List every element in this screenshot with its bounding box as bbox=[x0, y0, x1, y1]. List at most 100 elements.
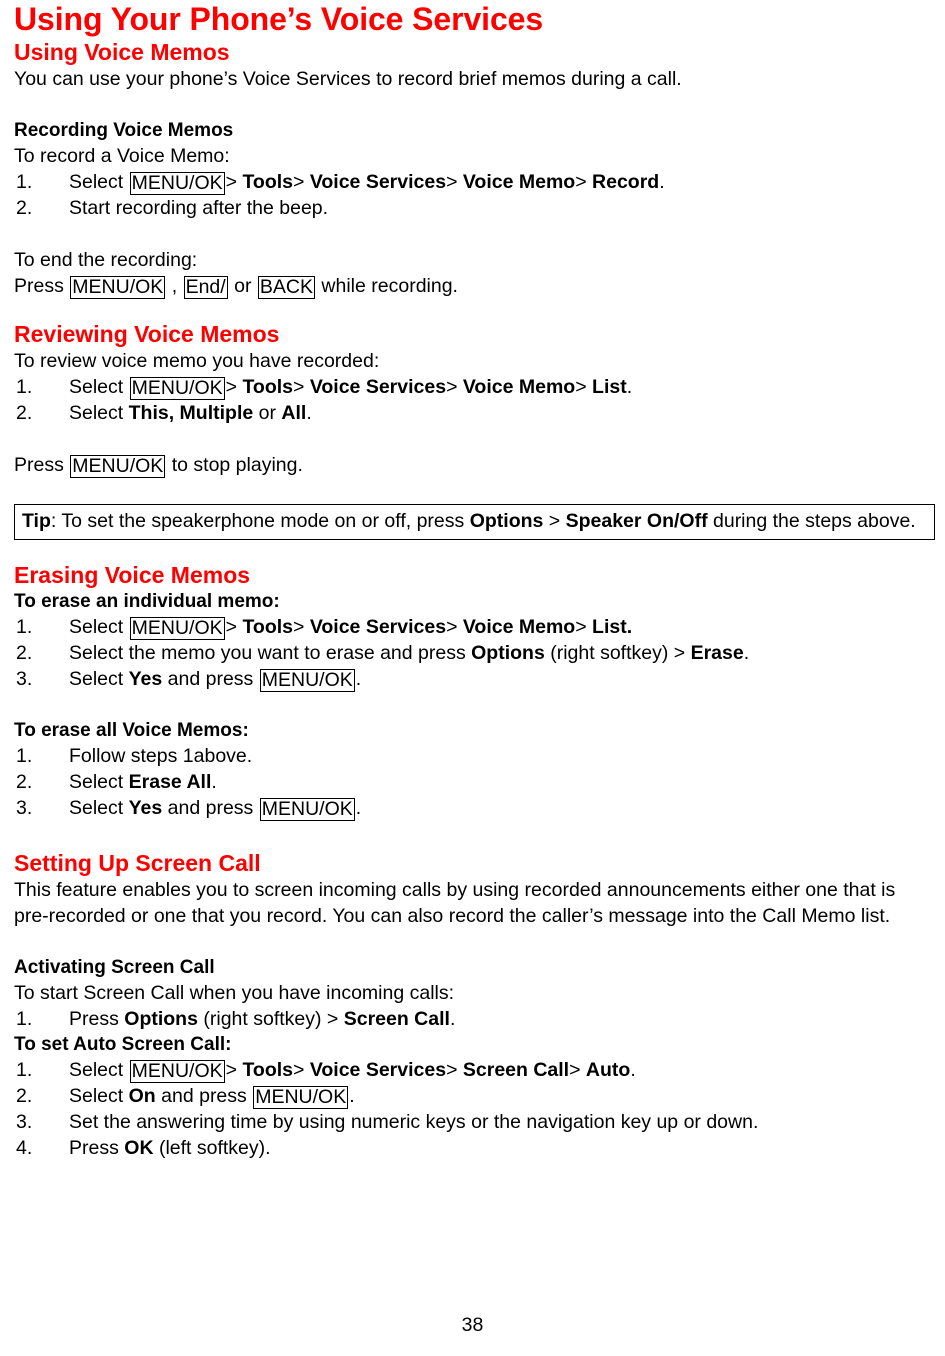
page-number: 38 bbox=[461, 1314, 484, 1336]
key-menu-ok[interactable]: MENU/OK bbox=[70, 276, 166, 299]
sep: > bbox=[575, 376, 587, 398]
key-menu-ok[interactable]: MENU/OK bbox=[259, 669, 355, 692]
step-text-a: Press bbox=[69, 1137, 119, 1159]
sep: > bbox=[446, 376, 458, 398]
key-menu-ok[interactable]: MENU/OK bbox=[129, 377, 225, 400]
step-text-a: Select the memo you want to erase and pr… bbox=[69, 642, 466, 664]
step-number: 2. bbox=[16, 642, 33, 664]
menu-voice-services: Voice Services bbox=[309, 171, 447, 193]
or-label: or bbox=[234, 275, 252, 297]
key-back[interactable]: BACK bbox=[257, 276, 315, 299]
step-text-a: Select bbox=[69, 616, 124, 638]
end-recording-lead: To end the recording: bbox=[14, 249, 198, 271]
menu-speaker-on-off: Speaker On/Off bbox=[565, 510, 708, 532]
section-heading-erasing: Erasing Voice Memos bbox=[14, 562, 251, 588]
list-item: 3. Select Yes and press MENU/OK. bbox=[14, 795, 933, 821]
list-item: 2. Select the memo you want to erase and … bbox=[14, 640, 933, 666]
menu-erase-all: Erase All bbox=[128, 771, 212, 793]
screen-call-intro: This feature enables you to screen incom… bbox=[14, 879, 896, 927]
recording-lead: To record a Voice Memo: bbox=[14, 145, 230, 167]
sep: > bbox=[225, 1059, 238, 1081]
list-item: 2. Select On and press MENU/OK. bbox=[14, 1083, 933, 1109]
step-number: 1. bbox=[16, 171, 33, 193]
period: . bbox=[306, 402, 312, 424]
sep: > bbox=[293, 1059, 305, 1081]
step-text: Set the answering time by using numeric … bbox=[69, 1111, 759, 1133]
press-label: Press bbox=[14, 454, 64, 476]
menu-voice-memo: Voice Memo bbox=[462, 616, 576, 638]
reviewing-steps: 1. Select MENU/OK > Tools> Voice Services>… bbox=[14, 374, 933, 426]
sep: > bbox=[293, 171, 305, 193]
menu-voice-memo: Voice Memo bbox=[462, 376, 576, 398]
menu-options: Options bbox=[471, 642, 545, 664]
key-menu-ok[interactable]: MENU/OK bbox=[129, 1060, 225, 1083]
recording-steps: 1. Select MENU/OK > Tools> Voice Services>… bbox=[14, 169, 933, 221]
auto-screen-call-lead: To set Auto Screen Call: bbox=[14, 1034, 232, 1055]
option-on: On bbox=[128, 1085, 156, 1107]
step-text: Follow steps 1above. bbox=[69, 745, 253, 767]
option-all: All bbox=[281, 402, 307, 424]
menu-voice-services: Voice Services bbox=[309, 1059, 447, 1081]
step-text-a: Press bbox=[69, 1008, 119, 1030]
stop-playing-line: Press MENU/OK to stop playing. bbox=[14, 452, 933, 478]
key-menu-ok[interactable]: MENU/OK bbox=[70, 455, 166, 478]
list-item: 3. Select Yes and press MENU/OK. bbox=[14, 666, 933, 692]
step-number: 3. bbox=[16, 668, 33, 690]
period: . bbox=[349, 1085, 355, 1107]
sep: > bbox=[225, 616, 238, 638]
step-text-a: Select bbox=[69, 1085, 124, 1107]
list-item: 1. Follow steps 1above. bbox=[14, 743, 933, 769]
list-item: 2. Select This, Multiple or All. bbox=[14, 400, 933, 426]
page-title: Using Your Phone’s Voice Services bbox=[14, 1, 544, 37]
auto-screen-call-steps: 1. Select MENU/OK > Tools> Voice Services>… bbox=[14, 1057, 933, 1161]
tip-label: Tip bbox=[22, 510, 51, 532]
activating-lead: To start Screen Call when you have incom… bbox=[14, 982, 455, 1004]
sep: > bbox=[569, 1059, 581, 1081]
step-number: 2. bbox=[16, 771, 33, 793]
key-menu-ok[interactable]: MENU/OK bbox=[129, 172, 225, 195]
menu-tools: Tools bbox=[242, 171, 294, 193]
period: . bbox=[743, 642, 750, 664]
step-text-a: Select bbox=[69, 797, 124, 819]
erase-individual-steps: 1. Select MENU/OK > Tools> Voice Services>… bbox=[14, 614, 933, 692]
period: . bbox=[355, 668, 362, 690]
key-menu-ok[interactable]: MENU/OK bbox=[129, 617, 225, 640]
list-item: 1. Select MENU/OK > Tools> Voice Services>… bbox=[14, 374, 933, 400]
key-menu-ok[interactable]: MENU/OK bbox=[253, 1086, 349, 1109]
subsection-heading-recording: Recording Voice Memos bbox=[14, 120, 234, 141]
step-number: 2. bbox=[16, 1085, 33, 1107]
key-menu-ok[interactable]: MENU/OK bbox=[259, 798, 355, 821]
menu-auto: Auto bbox=[585, 1059, 631, 1081]
period: . bbox=[211, 771, 217, 793]
and-press: and press bbox=[167, 797, 254, 819]
sep: > bbox=[225, 171, 238, 193]
period: . bbox=[355, 797, 362, 819]
step-text: Start recording after the beep. bbox=[69, 197, 329, 219]
tip-text: Tip: To set the speakerphone mode on or … bbox=[22, 508, 928, 534]
period: . bbox=[659, 171, 665, 193]
softkey-hint: (right softkey) > bbox=[203, 1008, 339, 1030]
option-yes: Yes bbox=[128, 797, 163, 819]
tail: to stop playing. bbox=[171, 454, 303, 476]
softkey-hint: (right softkey) > bbox=[550, 642, 686, 664]
end-recording-line: Press MENU/OK , End/ or BACK while recor… bbox=[14, 273, 933, 299]
sep: > bbox=[293, 376, 305, 398]
sep: > bbox=[575, 616, 587, 638]
activating-steps: 1. Press Options (right softkey) > Screen… bbox=[14, 1006, 933, 1032]
menu-record: Record bbox=[592, 171, 660, 193]
list-item: 1. Select MENU/OK > Tools> Voice Services>… bbox=[14, 614, 933, 640]
step-text-a: Select bbox=[69, 771, 124, 793]
key-end[interactable]: End/ bbox=[183, 276, 228, 299]
step-number: 3. bbox=[16, 1111, 33, 1133]
list-item: 1. Select MENU/OK > Tools> Voice Services>… bbox=[14, 1057, 933, 1083]
menu-screen-call: Screen Call bbox=[462, 1059, 570, 1081]
list-item: 2. Start recording after the beep. bbox=[14, 195, 933, 221]
erase-all-lead: To erase all Voice Memos: bbox=[14, 720, 249, 741]
